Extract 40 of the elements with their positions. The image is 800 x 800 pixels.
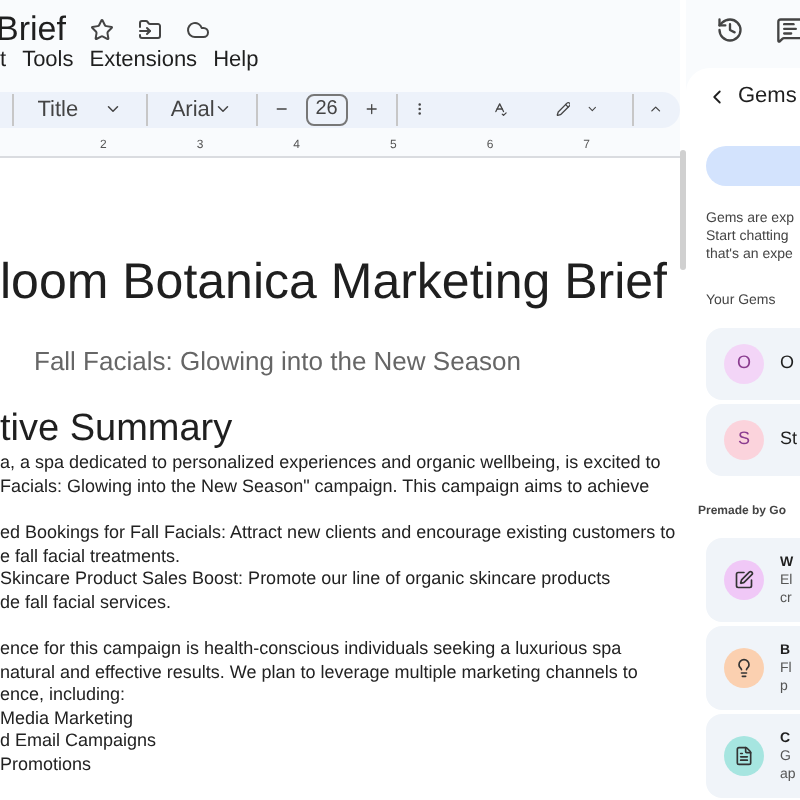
paragraph-line: Media Marketing bbox=[0, 707, 136, 730]
pen-square-icon bbox=[734, 570, 754, 590]
paragraph-line: d Email Campaigns bbox=[0, 730, 159, 753]
scrollbar[interactable] bbox=[680, 150, 686, 270]
menu-item[interactable]: t bbox=[0, 43, 7, 77]
gem-card[interactable]: O O bbox=[706, 328, 800, 400]
style-dropdown[interactable]: Title bbox=[29, 93, 130, 126]
gem-name: St bbox=[780, 426, 798, 453]
menu-item[interactable]: Help bbox=[213, 43, 259, 77]
paragraph-line: a, a spa dedicated to personalized experiences and organic wellbeing, is excited to bbox=[0, 452, 663, 475]
folder-icon[interactable] bbox=[137, 18, 162, 42]
paragraph-line: natural and effective results. We plan to leverage multiple marketing channels to bbox=[0, 661, 640, 684]
document-subtitle: Fall Facials: Glowing into the New Season bbox=[32, 343, 524, 380]
paragraph-line: Facials: Glowing into the New Season" campaign. This campaign aims to achieve bbox=[0, 475, 652, 498]
document-title-text: loom Botanica Marketing Brief bbox=[0, 251, 669, 311]
menu-item[interactable]: Tools bbox=[22, 43, 74, 77]
gem-card[interactable]: S St bbox=[706, 404, 800, 476]
paragraph-line: ed Bookings for Fall Facials: Attract new clients and encourage existing customers to bbox=[0, 522, 672, 545]
history-icon[interactable] bbox=[716, 16, 744, 44]
font-size-field[interactable]: 26 bbox=[305, 93, 348, 126]
document-icon bbox=[734, 746, 754, 766]
lightbulb-icon bbox=[734, 658, 754, 678]
section-heading: tive Summary bbox=[0, 408, 235, 452]
comment-icon[interactable] bbox=[776, 16, 800, 44]
star-icon[interactable] bbox=[89, 18, 114, 42]
gem-avatar: O bbox=[724, 344, 764, 384]
panel-title: Gems bbox=[738, 82, 797, 112]
pencil-icon[interactable] bbox=[555, 98, 571, 121]
paragraph-line: ence for this campaign is health-conscious individuals seeking a luxurious spa bbox=[0, 638, 624, 661]
paragraph-line: ence, including: bbox=[0, 684, 128, 707]
paragraph-line: Skincare Product Sales Boost: Promote our line of organic skincare products bbox=[0, 568, 613, 591]
paragraph-line: de fall facial services. bbox=[0, 591, 174, 614]
gem-avatar: S bbox=[724, 420, 764, 460]
gem-name: O bbox=[780, 350, 795, 377]
paragraph-line: e fall facial treatments. bbox=[0, 545, 183, 568]
menu-item[interactable]: Extensions bbox=[89, 43, 198, 77]
cloud-icon[interactable] bbox=[185, 18, 210, 42]
spellcheck-icon[interactable] bbox=[491, 98, 508, 121]
font-dropdown[interactable]: Arial bbox=[162, 93, 241, 126]
paragraph-line: Promotions bbox=[0, 753, 94, 776]
